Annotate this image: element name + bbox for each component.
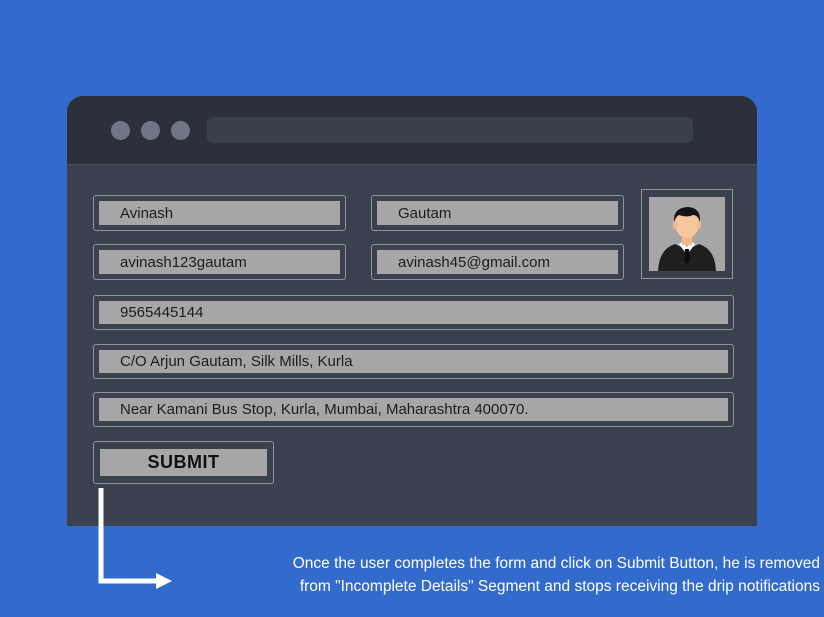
annotation-line-1: Once the user completes the form and cli…: [292, 555, 820, 572]
arrow-head-icon: [156, 573, 172, 589]
arrow-connector: [98, 488, 172, 589]
annotation-note: Once the user completes the form and cli…: [174, 552, 820, 598]
annotation-line-2: from "Incomplete Details" Segment and st…: [299, 578, 820, 595]
